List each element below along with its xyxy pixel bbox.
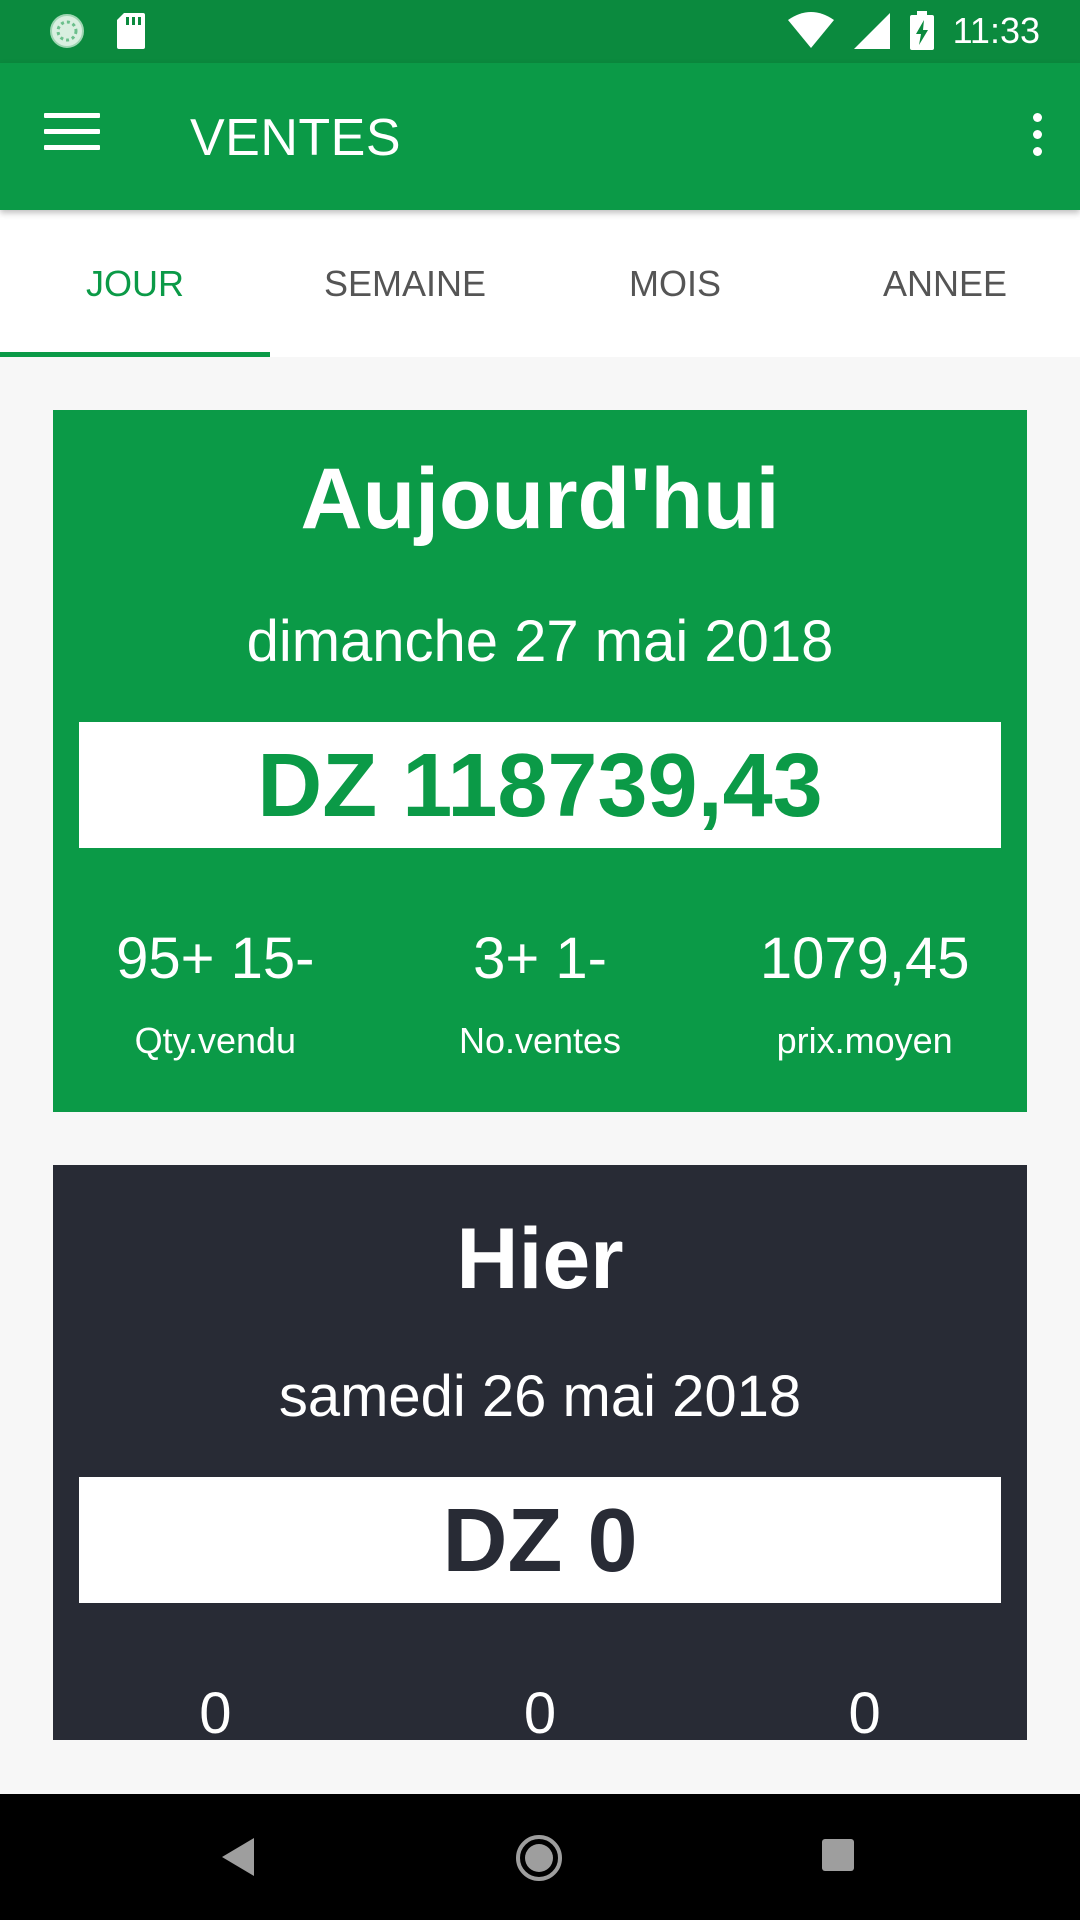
- sales-amount: DZ 0: [79, 1477, 1001, 1603]
- tab-jour[interactable]: JOUR: [0, 210, 270, 357]
- yesterday-sales-card: Hier samedi 26 mai 2018 DZ 0 0 0 0: [53, 1165, 1027, 1746]
- stat-label: prix.moyen: [776, 1020, 953, 1061]
- more-options-icon[interactable]: [1022, 113, 1052, 163]
- stats-row: 0 0 0: [53, 1680, 1027, 1747]
- today-sales-card: Aujourd'hui dimanche 27 mai 2018 DZ 1187…: [53, 410, 1027, 1112]
- battery-charging-icon: [909, 11, 934, 50]
- tab-semaine[interactable]: SEMAINE: [270, 210, 540, 357]
- card-date: samedi 26 mai 2018: [278, 1364, 802, 1429]
- stat-qty-sold: 0: [53, 1680, 378, 1747]
- stat-qty-sold: 95+ 15- Qty.vendu: [53, 925, 378, 1062]
- system-nav-bar: [0, 1794, 1080, 1920]
- status-bar: 11:33: [0, 0, 1080, 63]
- stat-value: 0: [523, 1681, 557, 1746]
- stats-row: 95+ 15- Qty.vendu 3+ 1- No.ventes 1079,4…: [53, 925, 1027, 1062]
- wifi-icon: [787, 12, 834, 48]
- home-icon[interactable]: [515, 1834, 563, 1882]
- stat-average-price: 1079,45 prix.moyen: [702, 925, 1027, 1062]
- page-title: VENTES: [190, 109, 402, 167]
- card-title: Hier: [456, 1211, 624, 1307]
- signal-icon: [853, 13, 890, 49]
- card-date: dimanche 27 mai 2018: [246, 609, 834, 674]
- card-title: Aujourd'hui: [300, 451, 780, 547]
- sales-amount: DZ 118739,43: [79, 722, 1001, 848]
- stat-value: 3+ 1-: [473, 926, 607, 991]
- stat-sales-count: 3+ 1- No.ventes: [378, 925, 703, 1062]
- tab-annee[interactable]: ANNEE: [810, 210, 1080, 357]
- stat-value: 0: [199, 1681, 232, 1746]
- stat-value: 1079,45: [759, 926, 970, 991]
- stat-sales-count: 0: [378, 1680, 703, 1747]
- menu-icon[interactable]: [44, 113, 100, 159]
- app-bar: VENTES: [0, 63, 1080, 210]
- tab-mois[interactable]: MOIS: [540, 210, 810, 357]
- stat-value: 95+ 15-: [116, 926, 315, 991]
- back-icon[interactable]: [222, 1838, 254, 1876]
- stat-average-price: 0: [702, 1680, 1027, 1747]
- sync-icon: [50, 14, 84, 48]
- period-tabs: JOUR SEMAINE MOIS ANNEE: [0, 210, 1080, 357]
- stat-label: Qty.vendu: [134, 1020, 297, 1061]
- sd-card-icon: [117, 13, 145, 49]
- stat-value: 0: [848, 1681, 881, 1746]
- stat-label: No.ventes: [458, 1020, 622, 1061]
- recent-apps-icon[interactable]: [822, 1839, 854, 1871]
- status-time: 11:33: [952, 10, 1040, 51]
